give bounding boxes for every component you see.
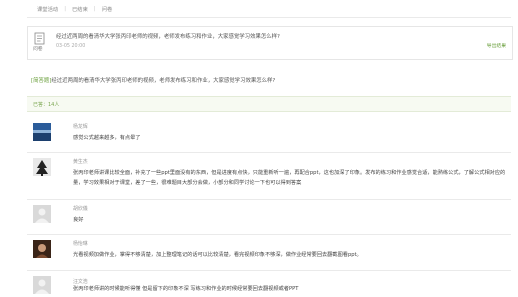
reply-item: 黄生杰 张丙印老师讲课比较全面，补充了一些ppt里面没有的东西，但是进度有点快，… xyxy=(33,158,505,196)
dark-portrait-avatar xyxy=(33,240,51,258)
blue-landscape-avatar xyxy=(33,123,51,141)
reply-text: 张丙印老师讲的时候能听得懂 但是留下的印象不深 写练习和作业的时候经常要回去翻视… xyxy=(73,286,299,292)
reply-text: 光看视频加做作业，掌得不够清楚，加上整理笔记的话可以比较清楚，看完视频印象不够深… xyxy=(73,252,362,258)
breadcrumb: 课堂活动 | 已结束 | 问卷 xyxy=(37,5,112,13)
answered-count-bar: 已答：14人 xyxy=(27,96,511,112)
breadcrumb-separator: | xyxy=(64,6,66,12)
black-white-tree-avatar xyxy=(33,158,51,176)
reply-author: 汪文浩 xyxy=(73,279,88,285)
reply-item: 胡欣儀 良好 xyxy=(33,205,503,231)
reply-text: 良好 xyxy=(73,217,84,223)
answer-question-body: 经过近两周的看清华大学张丙印老师的视频，老师发布练习和作业，大家感觉学习效果怎么… xyxy=(51,78,276,84)
question-card: 问卷 经过近两周的看清华大学张丙印老师的视频，老师发布练习和作业，大家感觉学习效… xyxy=(27,26,513,60)
reply-text: 张丙印老师讲课比较全面，补充了一些ppt里面没有的东西，但是进度有点快，只能重新… xyxy=(73,170,506,186)
reply-divider xyxy=(27,270,511,271)
reply-item: 杨龙辉 感觉公式越来越多，有点晕了 xyxy=(33,123,503,149)
default-person-avatar xyxy=(33,276,51,294)
question-type-tag: [简答题] xyxy=(31,78,52,84)
reply-text: 感觉公式越来越多，有点晕了 xyxy=(73,135,141,141)
reply-divider xyxy=(27,199,511,200)
reply-author: 杨怡琳 xyxy=(73,241,88,247)
breadcrumb-item-activities[interactable]: 课堂活动 xyxy=(37,5,58,13)
reply-divider xyxy=(27,152,511,153)
reply-author: 黄生杰 xyxy=(73,159,88,165)
export-results-link[interactable]: 导出结果 xyxy=(487,42,506,49)
breadcrumb-item-ended[interactable]: 已结束 xyxy=(72,5,88,13)
reply-item: 汪文浩 张丙印老师讲的时候能听得懂 但是留下的印象不深 写练习和作业的时候经常要… xyxy=(33,276,503,297)
question-date: 03-05 20:00 xyxy=(56,44,86,49)
reply-item: 杨怡琳 光看视频加做作业，掌得不够清楚，加上整理笔记的话可以比较清楚，看完视频印… xyxy=(33,240,503,266)
question-title: 经过近两周的看清华大学张丙印老师的视频，老师发布练习和作业，大家感觉学习效果怎么… xyxy=(56,34,280,40)
answered-count: 已答：14人 xyxy=(33,102,60,108)
reply-author: 杨龙辉 xyxy=(73,124,88,130)
answer-question-text: [简答题]经过近两周的看清华大学张丙印老师的视频，老师发布练习和作业，大家感觉学… xyxy=(31,76,275,84)
breadcrumb-separator: | xyxy=(93,6,96,12)
reply-author: 胡欣儀 xyxy=(73,206,88,212)
question-type-label: 问卷 xyxy=(33,47,43,52)
header-divider xyxy=(27,17,511,18)
default-person-avatar xyxy=(33,205,51,223)
reply-divider xyxy=(27,234,511,235)
breadcrumb-item-survey: 问卷 xyxy=(101,7,113,13)
